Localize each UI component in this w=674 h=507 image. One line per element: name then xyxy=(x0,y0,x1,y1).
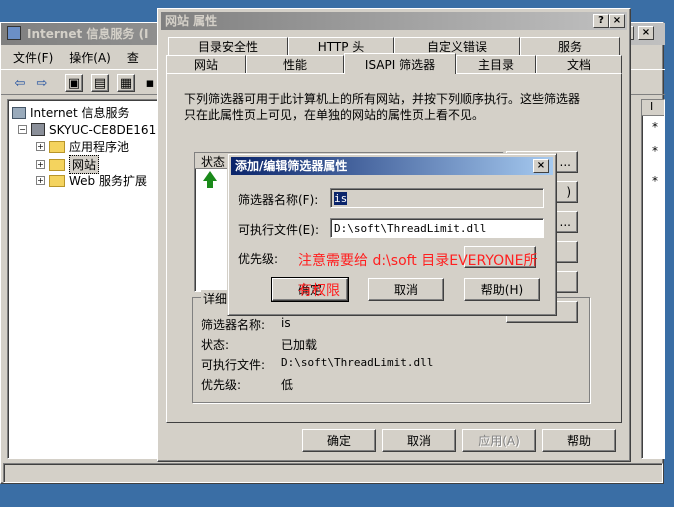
close-icon[interactable]: × xyxy=(533,159,549,173)
tab-isapi-filters[interactable]: ISAPI 筛选器 xyxy=(344,53,456,74)
tab-performance[interactable]: 性能 xyxy=(246,55,344,73)
back-arrow-icon[interactable]: ⇦ xyxy=(11,74,29,92)
tree-item-iis[interactable]: Internet 信息服务 xyxy=(12,104,129,121)
tab-service[interactable]: 服务 xyxy=(520,37,620,55)
help-icon[interactable]: ? xyxy=(593,14,609,28)
detail-label: 可执行文件: xyxy=(201,358,266,372)
result-mark: * xyxy=(652,174,658,188)
tab-website[interactable]: 网站 xyxy=(166,55,246,73)
detail-value: is xyxy=(281,316,291,330)
tree-label: 应用程序池 xyxy=(69,140,130,154)
menu-file[interactable]: 文件(F) xyxy=(13,49,53,66)
detail-label: 筛选器名称: xyxy=(201,318,266,332)
close-icon[interactable]: × xyxy=(638,26,654,40)
folder-icon xyxy=(49,158,65,171)
cancel-button[interactable]: 取消 xyxy=(382,429,456,452)
console-tree: Internet 信息服务 − SKYUC-CE8DE161C (本 + 应用程… xyxy=(7,99,185,459)
mmc-menubar: 文件(F) 操作(A) 查 xyxy=(1,47,139,67)
forward-arrow-icon[interactable]: ⇨ xyxy=(33,74,51,92)
detail-label: 优先级: xyxy=(201,378,242,392)
folder-icon xyxy=(49,174,65,187)
show-tree-icon[interactable]: ▤ xyxy=(91,74,109,92)
button-ellipsis: ... xyxy=(559,155,571,169)
filter-name-value: is xyxy=(334,192,348,205)
tab-documents[interactable]: 文档 xyxy=(536,55,622,73)
annotation-note-line1: 注意需要给 d:\soft 目录EVERYONE所 xyxy=(298,253,538,269)
expand-icon[interactable]: + xyxy=(36,176,45,185)
filter-name-label: 筛选器名称(F): xyxy=(238,193,319,207)
properties-icon[interactable]: ▦ xyxy=(117,74,135,92)
help-button[interactable]: 帮助 xyxy=(542,429,616,452)
ok-button[interactable]: 确定 xyxy=(302,429,376,452)
status-bar xyxy=(3,463,663,483)
filters-description: 下列筛选器可用于此计算机上的所有网站，并按下列顺序执行。这些筛选器只在此属性页上… xyxy=(184,92,581,122)
result-column-header[interactable]: I xyxy=(642,100,664,116)
detail-value: 低 xyxy=(281,378,294,392)
detail-value: D:\soft\ThreadLimit.dll xyxy=(281,356,434,369)
props-title-text: 网站 属性 xyxy=(165,14,218,28)
folder-icon xyxy=(49,140,65,153)
menu-action[interactable]: 操作(A) xyxy=(69,49,111,66)
menu-view[interactable]: 查 xyxy=(127,49,139,66)
server-icon xyxy=(31,123,45,136)
apply-button[interactable]: 应用(A) xyxy=(462,429,536,452)
result-mark: * xyxy=(652,144,658,158)
expand-icon[interactable]: + xyxy=(36,142,45,151)
button-accel: ) xyxy=(566,185,571,199)
detail-value: 已加载 xyxy=(281,338,318,352)
tab-directory-security[interactable]: 目录安全性 xyxy=(168,37,288,55)
status-loaded-arrow-stem xyxy=(207,180,213,188)
mmc-title-text: Internet 信息服务 (I xyxy=(27,27,149,41)
iis-app-icon xyxy=(7,26,21,40)
tab-home-directory[interactable]: 主目录 xyxy=(456,55,536,73)
executable-label: 可执行文件(E): xyxy=(238,223,319,237)
edit-filter-dialog: 添加/编辑筛选器属性 × 筛选器名称(F): is 可执行文件(E): D:\s… xyxy=(227,153,557,316)
annotation-note-line2: 有权限 xyxy=(298,283,340,299)
edit-title-text: 添加/编辑筛选器属性 xyxy=(235,159,348,173)
filter-name-field[interactable]: is xyxy=(330,188,544,208)
edit-titlebar[interactable]: 添加/编辑筛选器属性 × xyxy=(231,157,553,175)
detail-label: 状态: xyxy=(201,338,230,352)
tree-item-web-service-ext[interactable]: + Web 服务扩展 xyxy=(36,172,147,189)
tree-label: Web 服务扩展 xyxy=(69,174,147,188)
up-folder-icon[interactable]: ▣ xyxy=(65,74,83,92)
tree-item-app-pools[interactable]: + 应用程序池 xyxy=(36,138,129,155)
edit-help-button[interactable]: 帮助(H) xyxy=(464,278,540,301)
props-titlebar[interactable]: 网站 属性 ? × xyxy=(161,12,627,30)
edit-cancel-button[interactable]: 取消 xyxy=(368,278,444,301)
priority-label: 优先级: xyxy=(238,252,279,266)
result-pane: I * * * xyxy=(641,99,665,459)
details-group-label: 详细 xyxy=(201,290,230,307)
close-icon[interactable]: × xyxy=(609,14,625,28)
collapse-icon[interactable]: − xyxy=(18,125,27,134)
result-mark: * xyxy=(652,120,658,134)
expand-icon[interactable]: + xyxy=(36,160,45,169)
tree-label: Internet 信息服务 xyxy=(30,106,130,120)
executable-field[interactable]: D:\soft\ThreadLimit.dll xyxy=(330,218,544,238)
computer-icon xyxy=(12,106,26,119)
button-ellipsis: ... xyxy=(559,215,571,229)
